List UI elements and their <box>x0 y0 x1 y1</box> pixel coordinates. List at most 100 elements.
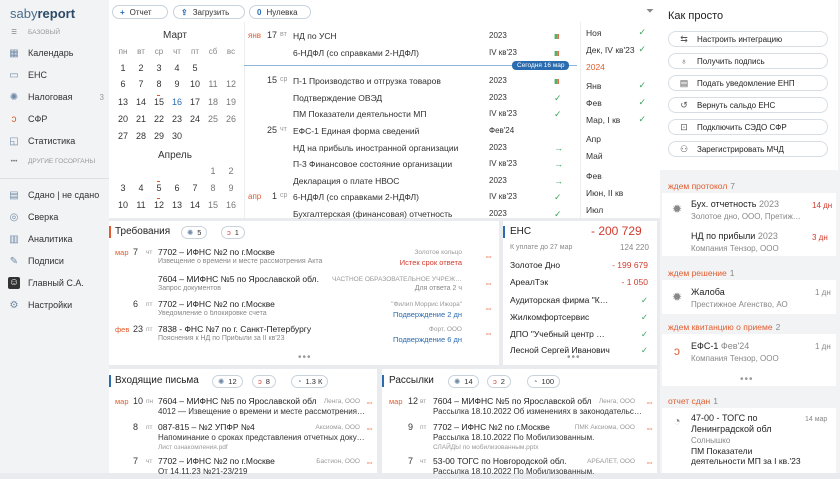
howto-signature[interactable]: ♁ Получить подпись <box>668 53 828 69</box>
sidebar-item-stats[interactable]: ◱ Статистика <box>8 133 104 149</box>
reply-icon[interactable]: ⇔ <box>645 457 654 467</box>
period-item[interactable]: Фев ✓ <box>586 95 650 111</box>
mailing-month: мар <box>389 397 403 406</box>
event-row[interactable]: Подтверждение ОВЭД 2023 ✓ <box>244 90 577 106</box>
howto-return[interactable]: ↺ Вернуть сальдо ЕНС <box>668 97 828 113</box>
event-row[interactable]: янв 17 вт НД по УСН 2023 ııı <box>244 28 577 44</box>
group-sent[interactable]: отчет сдан 1 <box>668 396 718 406</box>
sidebar-item-sfr[interactable]: ↄ СФР <box>8 111 104 127</box>
period-item[interactable]: Фев <box>586 168 650 184</box>
reply-icon[interactable]: ⇔ <box>484 278 493 288</box>
sidebar-item-signatures[interactable]: ✎ Подписи <box>8 253 104 269</box>
period-item[interactable]: 2024 <box>586 59 650 75</box>
protocol-item-1[interactable]: Бух. отчетность 2023 <box>691 199 779 209</box>
ens-row-value: ✓ <box>640 295 648 305</box>
group-protocol[interactable]: ждем протокол 7 <box>668 181 735 191</box>
period-item[interactable]: Апр <box>586 131 650 147</box>
mailing-attachment[interactable]: СЛАЙДЫ по мобилизованным.pptx <box>433 444 538 451</box>
upload-button[interactable]: ⇪ Загрузить <box>173 5 245 19</box>
incoming-count-2[interactable]: ↄ8 <box>252 375 276 388</box>
event-row[interactable]: апр 1 ср 6-НДФЛ (со справками 2-НДФЛ) IV… <box>244 189 577 205</box>
nulevka-button[interactable]: 0 Нулевка <box>249 5 311 19</box>
reply-icon[interactable]: ⇔ <box>645 397 654 407</box>
reply-icon[interactable]: ⇔ <box>484 328 493 338</box>
requirements-count-2[interactable]: ↄ1 <box>221 226 245 239</box>
requirements-count-1[interactable]: ✺ 5 <box>181 226 208 239</box>
sidebar-item-calendar[interactable]: ▦ Календарь <box>8 45 104 61</box>
event-row[interactable]: 6-НДФЛ (со справками 2-НДФЛ) IV кв'23 ıı… <box>244 45 577 61</box>
receipt-item-1[interactable]: ЕФС-1 Фев'24 <box>691 341 749 351</box>
event-row[interactable]: 25 чт ЕФС-1 Единая форма сведений Фев'24 <box>244 123 577 139</box>
incoming-count-1[interactable]: ✺ 12 <box>212 375 243 388</box>
event-row[interactable]: П-3 Финансовое состояние организации IV … <box>244 156 577 172</box>
report-button[interactable]: + Отчет <box>112 5 168 19</box>
mailing-count-2[interactable]: ↄ2 <box>487 375 511 388</box>
event-status-icon: ııı <box>554 31 559 41</box>
sent-item-title[interactable]: 47-00 - ТОГС по <box>691 413 757 423</box>
calendar-week[interactable]: 6 7 8 9 10 11 12 <box>114 79 240 89</box>
wallet-icon: ▭ <box>9 69 19 81</box>
group-decision[interactable]: ждем решение 1 <box>668 268 734 278</box>
event-row[interactable]: ПМ Показатели деятельности МП IV кв'23 ✓ <box>244 106 577 122</box>
protocol-item-2[interactable]: НД по прибыли 2023 <box>691 231 778 241</box>
calendar-week[interactable]: 13 14 15 16 17 18 19 <box>114 95 240 107</box>
group-receipt[interactable]: ждем квитанцию о приеме 2 <box>668 322 780 332</box>
app-logo[interactable]: sabyreport <box>10 6 75 21</box>
event-row[interactable]: НД на прибыль иностранной организации 20… <box>244 140 577 156</box>
calendar-week[interactable]: 12 <box>114 166 240 176</box>
mailing-count-3[interactable]: ◔ 100 <box>527 375 561 388</box>
reply-icon[interactable]: ⇔ <box>365 457 374 467</box>
req-day: 7 <box>133 247 139 257</box>
howto-register[interactable]: ⚇ Зарегистрировать МЧД <box>668 141 828 157</box>
ens-title[interactable]: ЕНС <box>510 226 531 237</box>
period-item[interactable]: Ноя ✓ <box>586 25 650 41</box>
plus-icon: + <box>120 7 125 17</box>
more-icon[interactable]: ••• <box>740 374 754 385</box>
reply-icon[interactable]: ⇔ <box>484 251 493 261</box>
signature-icon: ✎ <box>9 255 19 267</box>
incoming-count-3[interactable]: ◔ 1.3 К <box>291 375 329 388</box>
sidebar-item-tax[interactable]: ✺ Налоговая 3 <box>8 89 104 105</box>
event-name: 6-НДФЛ (со справками 2-НДФЛ) <box>293 48 419 58</box>
protocol-item-1-days: 14 дн <box>812 201 833 210</box>
event-row[interactable]: 15 ср П-1 Производство и отгрузка товаро… <box>244 73 577 89</box>
sidebar-item-settings[interactable]: ⚙ Настройки <box>8 297 104 313</box>
reply-icon[interactable]: ⇔ <box>365 423 374 433</box>
howto-integration[interactable]: ⇆ Настроить интеграцию <box>668 31 828 47</box>
reply-icon[interactable]: ⇔ <box>365 397 374 407</box>
reply-icon[interactable]: ⇔ <box>484 303 493 313</box>
letter-attachment[interactable]: Лист ознакомления.pdf <box>158 444 228 451</box>
sidebar-item-user[interactable]: ☺ Главный С.А. <box>8 275 104 291</box>
sent-item-title-2[interactable]: Ленинградской обл <box>691 424 772 434</box>
sidebar-item-analytics[interactable]: ▥ Аналитика <box>8 231 104 247</box>
filter-icon[interactable]: ⏷ <box>646 6 654 17</box>
calendar-week[interactable]: 10 11 12 13 14 15 16 <box>114 198 240 210</box>
sidebar-item-ens[interactable]: ▭ ЕНС <box>8 67 104 83</box>
more-icon[interactable]: ••• <box>298 352 312 363</box>
requirements-title[interactable]: Требования <box>115 226 170 237</box>
calendar-week[interactable]: 27 28 29 30 <box>114 131 240 141</box>
sidebar-item-done[interactable]: ▤ Сдано | не сдано <box>8 187 104 203</box>
event-row[interactable]: Бухгалтерская (финансовая) отчетность 20… <box>244 206 577 222</box>
period-item[interactable]: Янв ✓ <box>586 78 650 94</box>
calendar-week[interactable]: 12345 <box>114 63 240 73</box>
mailing-title[interactable]: Рассылки <box>389 375 434 386</box>
calendar-week[interactable]: 20 21 22 23 24 25 26 <box>114 114 240 124</box>
letter-day: 8 <box>133 422 139 432</box>
period-item[interactable]: Мар, I кв ✓ <box>586 112 650 128</box>
incoming-title[interactable]: Входящие письма <box>115 375 199 386</box>
sidebar-section-other[interactable]: ••• ДРУГИЕ ГОСОРГАНЫ <box>8 158 96 165</box>
reply-icon[interactable]: ⇔ <box>645 423 654 433</box>
period-item[interactable]: Дек, IV кв'23 ✓ <box>586 42 650 58</box>
calendar-week[interactable]: 3456789 <box>114 181 240 193</box>
period-item[interactable]: Июл <box>586 202 650 218</box>
receipt-item-1-days: 1 дн <box>815 342 831 351</box>
decision-item-1[interactable]: Жалоба <box>691 287 725 297</box>
period-item[interactable]: Май <box>586 148 650 164</box>
howto-connect[interactable]: ⊡ Подключить СЭДО СФР <box>668 119 828 135</box>
mailing-count-1[interactable]: ✺ 14 <box>448 375 479 388</box>
event-row[interactable]: Декларация о плате НВОС 2023 → <box>244 173 577 189</box>
howto-notice[interactable]: ▤ Подать уведомление ЕНП <box>668 75 828 91</box>
sidebar-item-reconcile[interactable]: ◎ Сверка <box>8 209 104 225</box>
period-item[interactable]: Июн, II кв <box>586 185 650 201</box>
